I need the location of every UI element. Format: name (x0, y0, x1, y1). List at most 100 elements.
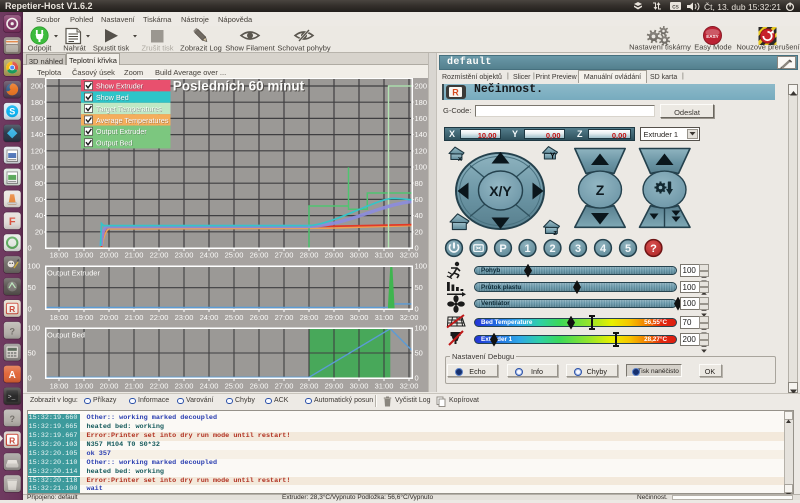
svg-text:50: 50 (415, 349, 423, 358)
svg-text:cs: cs (672, 4, 679, 11)
svg-text:80: 80 (415, 179, 423, 188)
svg-text:140: 140 (415, 130, 428, 139)
svg-text:50: 50 (415, 283, 423, 292)
svg-text:Zrušit tisk: Zrušit tisk (141, 44, 173, 53)
svg-text:Show Bed: Show Bed (96, 93, 129, 102)
svg-text:40: 40 (35, 211, 43, 220)
svg-text:19:00: 19:00 (75, 382, 94, 391)
svg-text:28:00: 28:00 (300, 313, 319, 322)
svg-text:26:00: 26:00 (250, 251, 269, 260)
svg-text:Spustit tisk: Spustit tisk (93, 44, 130, 53)
svg-text:2: 2 (549, 243, 555, 255)
svg-text:20:00: 20:00 (100, 382, 119, 391)
svg-text:R: R (452, 87, 459, 97)
svg-text:18:00: 18:00 (50, 382, 69, 391)
svg-text:21:00: 21:00 (125, 251, 144, 260)
svg-text:31:00: 31:00 (375, 313, 394, 322)
svg-text:X/Y: X/Y (489, 183, 512, 199)
svg-text:26:00: 26:00 (250, 313, 269, 322)
svg-text:Odpojit: Odpojit (28, 44, 53, 53)
svg-text:0: 0 (28, 304, 32, 313)
svg-text:200: 200 (31, 82, 44, 91)
svg-text:4: 4 (600, 243, 607, 255)
svg-text:27:00: 27:00 (275, 382, 294, 391)
svg-text:200: 200 (415, 82, 428, 91)
svg-text:22:00: 22:00 (150, 251, 169, 260)
svg-text:18:00: 18:00 (50, 313, 69, 322)
svg-text:26:00: 26:00 (250, 382, 269, 391)
svg-text:100: 100 (28, 262, 41, 271)
svg-text:29:00: 29:00 (325, 251, 344, 260)
svg-text:100: 100 (415, 163, 428, 172)
svg-text:24:00: 24:00 (200, 382, 219, 391)
svg-text:19:00: 19:00 (75, 313, 94, 322)
svg-text:20: 20 (35, 227, 43, 236)
svg-text:27:00: 27:00 (275, 313, 294, 322)
svg-text:P: P (499, 243, 506, 255)
svg-text:Nouzové přerušení: Nouzové přerušení (736, 43, 800, 52)
svg-text:Zobrazit Log: Zobrazit Log (180, 44, 222, 53)
svg-text:30:00: 30:00 (350, 313, 369, 322)
svg-text:32:00: 32:00 (400, 313, 419, 322)
svg-text:Nastavení tiskárny: Nastavení tiskárny (629, 43, 691, 52)
svg-text:100: 100 (415, 324, 428, 333)
svg-text:100: 100 (415, 262, 428, 271)
svg-text:140: 140 (31, 130, 44, 139)
svg-text:Output Extruder: Output Extruder (47, 269, 100, 278)
svg-text:31:00: 31:00 (375, 382, 394, 391)
svg-text:31:00: 31:00 (375, 251, 394, 260)
svg-text:1: 1 (524, 243, 530, 255)
svg-text:Nahrát: Nahrát (63, 44, 86, 53)
svg-text:Z: Z (596, 182, 605, 198)
svg-text:32:00: 32:00 (400, 251, 419, 260)
svg-text:100: 100 (31, 163, 44, 172)
svg-text:28:00: 28:00 (300, 382, 319, 391)
svg-text:Output Bed: Output Bed (47, 331, 85, 340)
svg-text:24:00: 24:00 (200, 313, 219, 322)
svg-text:22:00: 22:00 (150, 313, 169, 322)
svg-text:Show Extruder: Show Extruder (96, 82, 144, 91)
svg-text:5: 5 (625, 243, 631, 255)
svg-text:160: 160 (31, 114, 44, 123)
svg-text:23:00: 23:00 (175, 251, 194, 260)
svg-text:21:00: 21:00 (125, 313, 144, 322)
svg-text:160: 160 (415, 114, 428, 123)
svg-text:24:00: 24:00 (200, 251, 219, 260)
svg-text:0: 0 (415, 304, 419, 313)
svg-text:50: 50 (28, 349, 36, 358)
svg-text:30:00: 30:00 (350, 251, 369, 260)
svg-text:60: 60 (35, 195, 43, 204)
svg-text:0: 0 (28, 373, 32, 382)
svg-text:Output Extruder: Output Extruder (96, 127, 147, 136)
svg-text:120: 120 (415, 146, 428, 155)
svg-text:Show Filament: Show Filament (225, 44, 276, 53)
svg-text:50: 50 (28, 283, 36, 292)
svg-text:32:00: 32:00 (400, 382, 419, 391)
svg-text:Easy Mode: Easy Mode (694, 43, 732, 52)
svg-text:Y: Y (550, 152, 556, 161)
svg-text:23:00: 23:00 (175, 382, 194, 391)
svg-text:20: 20 (415, 227, 423, 236)
svg-text:20:00: 20:00 (100, 251, 119, 260)
svg-text:180: 180 (415, 98, 428, 107)
svg-text:30:00: 30:00 (350, 382, 369, 391)
svg-text:?: ? (650, 243, 657, 255)
svg-text:29:00: 29:00 (325, 313, 344, 322)
svg-text:3: 3 (575, 243, 581, 255)
svg-text:19:00: 19:00 (75, 251, 94, 260)
svg-text:23:00: 23:00 (175, 313, 194, 322)
svg-text:0: 0 (28, 244, 32, 253)
svg-text:Schovat pohyby: Schovat pohyby (277, 44, 331, 53)
svg-text:22:00: 22:00 (150, 382, 169, 391)
svg-text:21:00: 21:00 (125, 382, 144, 391)
svg-text:25:00: 25:00 (225, 382, 244, 391)
svg-text:180: 180 (31, 98, 44, 107)
svg-text:18:00: 18:00 (50, 251, 69, 260)
svg-text:Posledních 60 minut: Posledních 60 minut (173, 79, 305, 94)
svg-text:29:00: 29:00 (325, 382, 344, 391)
svg-text:80: 80 (35, 179, 43, 188)
svg-text:27:00: 27:00 (275, 251, 294, 260)
svg-text:20:00: 20:00 (100, 313, 119, 322)
svg-text:100: 100 (28, 324, 41, 333)
svg-text:Output Bed: Output Bed (96, 139, 132, 148)
